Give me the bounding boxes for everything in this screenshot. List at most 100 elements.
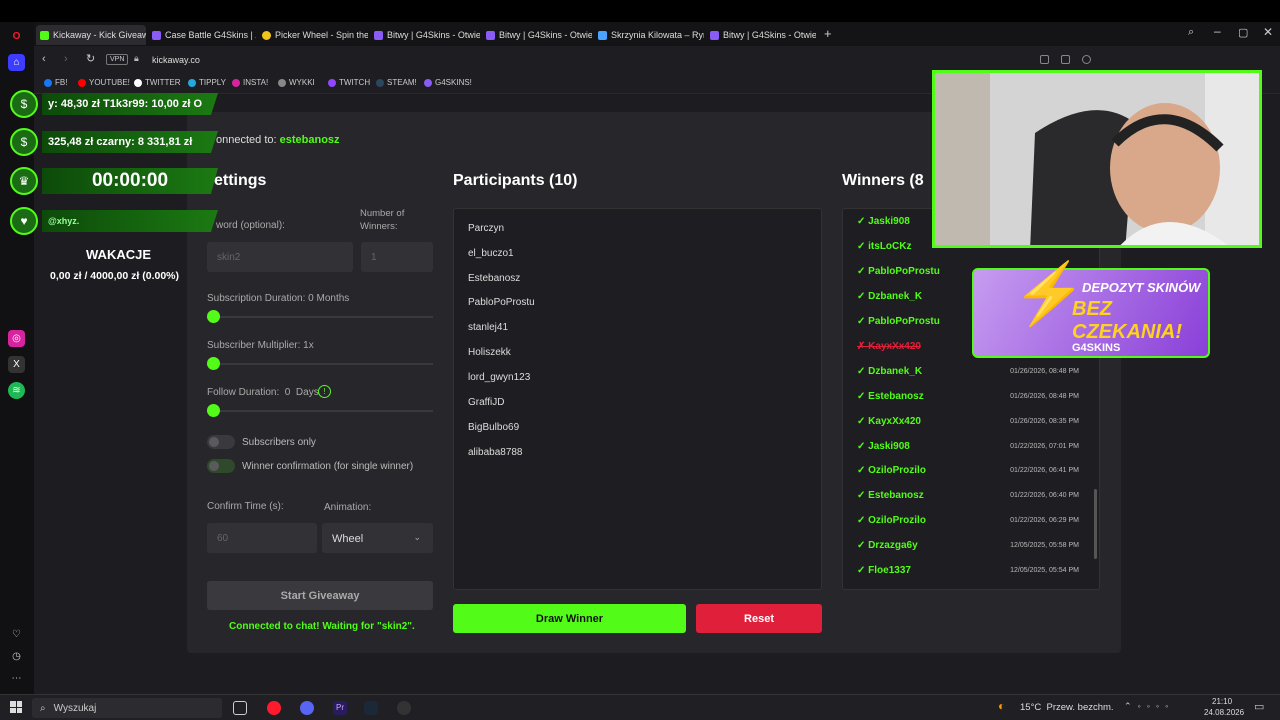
tab-bitwy-3[interactable]: Bitwy | G4Skins - Otwieraj [706, 25, 816, 45]
sub-multiplier-label: Subscriber Multiplier: 1x [207, 340, 314, 351]
sub-multiplier-slider[interactable] [207, 357, 220, 370]
bookmark-fb[interactable]: FB! [44, 78, 67, 87]
draw-winner-button[interactable]: Draw Winner [453, 604, 686, 633]
url-field[interactable]: kickaway.co [152, 55, 200, 65]
bookmark-wykki[interactable]: WYKKI [278, 78, 315, 87]
tab-case-battle[interactable]: Case Battle G4Skins | Zdoł [148, 25, 256, 45]
info-icon[interactable]: ! [318, 385, 331, 398]
winner-date: 12/05/2025, 05:54 PM [1010, 567, 1079, 574]
lock-icon: 🔒︎ [134, 53, 139, 63]
spotify-icon[interactable]: ≋ [8, 382, 25, 399]
winners-count-input[interactable]: 1 [361, 242, 433, 272]
participant-item: alibaba8788 [468, 447, 523, 458]
wheel-icon [262, 30, 271, 40]
animation-select[interactable]: Wheel ⌄ [322, 523, 433, 553]
tab-kickaway[interactable]: Kickaway - Kick Giveaway [36, 25, 146, 45]
task-view-icon[interactable] [233, 701, 247, 715]
minimize-icon[interactable]: – [1214, 24, 1221, 38]
clock-date[interactable]: 24.08.2026 [1204, 708, 1244, 717]
follow-duration-slider[interactable] [207, 404, 220, 417]
forward-icon[interactable]: › [64, 53, 68, 65]
subscribers-only-toggle[interactable] [207, 435, 235, 449]
ad-brand: G4SKINS [1072, 342, 1121, 354]
bookmark-youtube[interactable]: YOUTUBE! [78, 78, 130, 87]
keyword-input[interactable]: skin2 [207, 242, 353, 272]
follow-duration-label: Follow Duration: 0 Days [207, 387, 319, 398]
g4skins-icon [152, 30, 161, 40]
winner-item: ✓ PabloPoProstu [857, 266, 940, 277]
facebook-icon [44, 78, 52, 87]
back-icon[interactable]: ‹ [42, 53, 46, 65]
discord-taskbar-icon[interactable] [300, 701, 314, 715]
bookmark-tipply[interactable]: TIPPLY [188, 78, 226, 87]
home-icon[interactable]: ⌂ [8, 54, 25, 71]
taskbar-search[interactable]: ⌕ Wyszukaj [32, 698, 222, 718]
g4skins-icon [424, 78, 432, 87]
confirm-time-input[interactable]: 60 [207, 523, 317, 553]
winner-confirmation-toggle[interactable] [207, 459, 235, 473]
g4skins-icon [710, 30, 719, 40]
reload-icon[interactable]: ↻ [86, 52, 95, 65]
clock-time[interactable]: 21:10 [1212, 697, 1232, 706]
browser-sidebar: O ⌂ ◎ X ≋ ♡ ◷ ⋯ [0, 22, 34, 694]
winner-item: ✓ itsLoCKz [857, 241, 912, 252]
participant-item: el_buczo1 [468, 248, 514, 259]
steam-icon [598, 30, 607, 40]
bookmark-g4skins[interactable]: G4SKINS! [424, 78, 472, 87]
search-tabs-icon[interactable]: ⌕ [1188, 26, 1194, 39]
vpn-badge[interactable]: VPN [106, 54, 129, 65]
bookmark-insta[interactable]: INSTA! [232, 78, 268, 87]
heart-icon[interactable]: ♡ [8, 626, 25, 643]
extension-icon[interactable] [1040, 55, 1049, 64]
opera-logo-icon[interactable]: O [8, 28, 25, 45]
g4skins-icon [374, 30, 383, 40]
goal-progress: 0,00 zł / 4000,00 zł (0.00%) [50, 270, 179, 282]
winner-date: 01/26/2026, 08:35 PM [1010, 418, 1079, 425]
bookmark-steam[interactable]: STEAM! [376, 78, 417, 87]
maximize-icon[interactable]: ▢ [1238, 26, 1248, 39]
bookmark-twitch[interactable]: TWITCH [328, 78, 370, 87]
tab-skrzynia[interactable]: Skrzynia Kilowata – Rynek [594, 25, 704, 45]
overlay-donations-row: $ y: 48,30 zł T1k3r99: 10,00 zł O [10, 90, 218, 118]
goal-title: WAKACJE [86, 247, 152, 262]
participants-list[interactable]: Parczyn el_buczo1 Estebanosz PabloPoPros… [453, 208, 822, 590]
search-icon: ⌕ [40, 702, 46, 714]
notification-icon[interactable]: ▭ [1254, 700, 1264, 713]
x-icon[interactable]: X [8, 356, 25, 373]
scrollbar[interactable] [1094, 489, 1097, 559]
tab-picker-wheel[interactable]: Picker Wheel - Spin the W [258, 25, 368, 45]
steam-taskbar-icon[interactable] [364, 701, 378, 715]
new-tab-icon[interactable]: + [824, 26, 832, 41]
winner-date: 12/05/2025, 05:58 PM [1010, 542, 1079, 549]
webcam-image [935, 73, 1259, 245]
ad-line1: DEPOZYT SKINÓW [1082, 280, 1201, 295]
camera-icon[interactable] [1061, 55, 1070, 64]
tab-bitwy-2[interactable]: Bitwy | G4Skins - Otwieraj [482, 25, 592, 45]
premiere-taskbar-icon[interactable]: Pr [333, 701, 347, 715]
winner-item: ✓ PabloPoProstu [857, 316, 940, 327]
more-icon[interactable]: ⋯ [8, 670, 25, 687]
adblock-icon[interactable] [1082, 55, 1091, 64]
windows-start-icon[interactable] [10, 701, 22, 713]
x-icon [134, 78, 142, 87]
opera-taskbar-icon[interactable] [267, 701, 281, 715]
bookmark-twitter[interactable]: TWITTER [134, 78, 181, 87]
tab-bar: Kickaway - Kick Giveaway Case Battle G4S… [0, 22, 1280, 46]
winner-item-rejected: ✗ KayxXx420 [857, 341, 921, 352]
tab-bitwy-1[interactable]: Bitwy | G4Skins - Otwieraj [370, 25, 480, 45]
sub-duration-slider[interactable] [207, 310, 220, 323]
start-giveaway-button[interactable]: Start Giveaway [207, 581, 433, 610]
weather-text[interactable]: 15°C Przew. bezchm. [1020, 702, 1114, 713]
tray-icons[interactable]: ⌃◦◦◦◦ [1124, 701, 1174, 712]
webcam-overlay [932, 70, 1262, 248]
confirm-time-label: Confirm Time (s): [207, 501, 284, 512]
winners-title: Winners (8 [842, 172, 924, 189]
instagram-icon[interactable]: ◎ [8, 330, 25, 347]
obs-taskbar-icon[interactable] [397, 701, 411, 715]
participant-item: Holiszekk [468, 347, 511, 358]
close-window-icon[interactable]: ✕ [1263, 25, 1273, 39]
reset-button[interactable]: Reset [696, 604, 822, 633]
sub-duration-track [207, 316, 433, 318]
subscribers-only-label: Subscribers only [242, 437, 316, 448]
history-icon[interactable]: ◷ [8, 648, 25, 665]
